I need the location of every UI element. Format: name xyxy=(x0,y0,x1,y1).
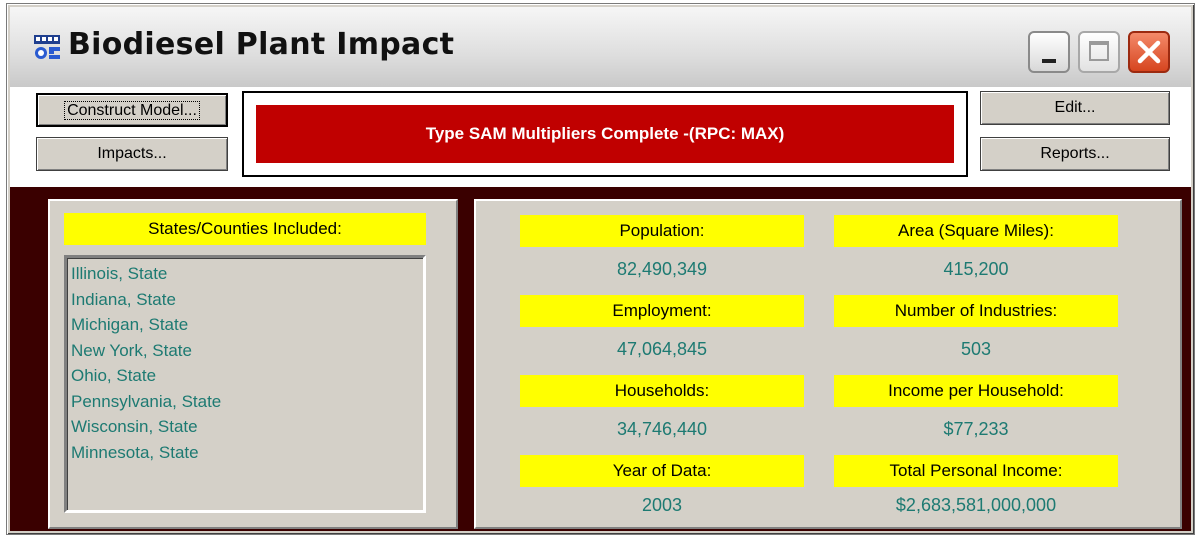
list-item[interactable]: Wisconsin, State xyxy=(71,414,419,440)
iop-app-icon xyxy=(34,35,60,59)
close-icon xyxy=(1137,40,1161,64)
edit-button[interactable]: Edit... xyxy=(980,91,1170,125)
year-of-data-value: 2003 xyxy=(641,495,683,515)
total-personal-income-label: Total Personal Income: xyxy=(834,455,1118,487)
employment-label: Employment: xyxy=(520,295,804,327)
reports-label: Reports... xyxy=(1040,145,1110,162)
total-personal-income-value: $2,683,581,000,000 xyxy=(895,495,1057,515)
counties-header: States/Counties Included: xyxy=(64,213,426,245)
area-value: 415,200 xyxy=(943,259,1009,279)
households-value: 34,746,440 xyxy=(616,419,708,439)
population-value: 82,490,349 xyxy=(616,259,708,279)
toolbar: Construct Model... Impacts... Type SAM M… xyxy=(10,87,1191,187)
households-label: Households: xyxy=(520,375,804,407)
employment-value: 47,064,845 xyxy=(616,339,708,359)
stats-panel: Population: 82,490,349 Area (Square Mile… xyxy=(474,199,1182,529)
industries-value: 503 xyxy=(960,339,992,359)
window-title: Biodiesel Plant Impact xyxy=(68,27,455,62)
impacts-label: Impacts... xyxy=(97,145,167,162)
population-label: Population: xyxy=(520,215,804,247)
main-area: States/Counties Included: Illinois, Stat… xyxy=(10,187,1191,531)
app-window: Biodiesel Plant Impact Construct Model..… xyxy=(6,3,1195,535)
list-item[interactable]: New York, State xyxy=(71,338,419,364)
year-of-data-label: Year of Data: xyxy=(520,455,804,487)
income-per-household-value: $77,233 xyxy=(943,419,1009,439)
industries-label: Number of Industries: xyxy=(834,295,1118,327)
close-button[interactable] xyxy=(1128,31,1170,73)
list-item[interactable]: Ohio, State xyxy=(71,363,419,389)
list-item[interactable]: Pennsylvania, State xyxy=(71,389,419,415)
reports-button[interactable]: Reports... xyxy=(980,137,1170,171)
construct-model-button[interactable]: Construct Model... xyxy=(36,93,228,127)
edit-label: Edit... xyxy=(1054,99,1096,116)
income-per-household-label: Income per Household: xyxy=(834,375,1118,407)
construct-model-label: Construct Model... xyxy=(64,101,200,120)
minimize-button[interactable] xyxy=(1028,31,1070,73)
title-bar[interactable]: Biodiesel Plant Impact xyxy=(10,7,1191,87)
counties-panel: States/Counties Included: Illinois, Stat… xyxy=(48,199,458,529)
impacts-button[interactable]: Impacts... xyxy=(36,137,228,171)
status-panel: Type SAM Multipliers Complete -(RPC: MAX… xyxy=(242,91,968,177)
list-item[interactable]: Illinois, State xyxy=(71,261,419,287)
list-item[interactable]: Michigan, State xyxy=(71,312,419,338)
status-message: Type SAM Multipliers Complete -(RPC: MAX… xyxy=(256,105,954,163)
maximize-button[interactable] xyxy=(1078,31,1120,73)
area-label: Area (Square Miles): xyxy=(834,215,1118,247)
list-item[interactable]: Minnesota, State xyxy=(71,440,419,466)
list-item[interactable]: Indiana, State xyxy=(71,287,419,313)
county-list[interactable]: Illinois, State Indiana, State Michigan,… xyxy=(64,255,426,513)
